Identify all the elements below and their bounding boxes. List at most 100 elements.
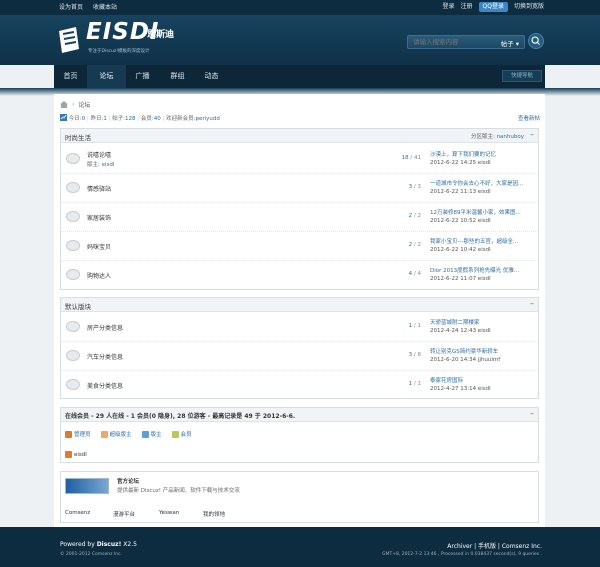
last-post-title[interactable]: 一道城市令你会去心不好，大家是因...: [430, 179, 535, 187]
forum-counts: 3 / 3: [408, 184, 421, 190]
posts-count: 128: [125, 116, 136, 122]
online-user-name[interactable]: eisdl: [74, 452, 87, 458]
last-post-meta: 2012-4-27 13:14 eisdl: [430, 386, 491, 392]
text-link[interactable]: Comsenz: [65, 510, 90, 516]
forum-row[interactable]: 妈咪宝贝 2 / 2 我家小宝贝---那些的五官，超级全... 2012-6-2…: [61, 232, 538, 261]
forum-row[interactable]: 美食分类信息 1 / 1 泰家花房国际 2012-4-27 13:14 eisd…: [61, 371, 538, 398]
view-new-posts-link[interactable]: 查看新帖: [518, 114, 540, 122]
forum-row[interactable]: 房产分类信息 1 / 1 天骄蓝城附二期楼家 2012-4-24 12:43 e…: [61, 313, 538, 342]
posts-label: 帖子:: [112, 116, 126, 122]
top-bar-left: 设为首页 收藏本站: [59, 3, 117, 13]
admin-icon: [65, 430, 72, 438]
quick-nav-button[interactable]: 快捷导航: [502, 70, 542, 82]
newest-member-link[interactable]: periyudd: [195, 116, 219, 122]
bookmark-link[interactable]: 收藏本站: [93, 3, 117, 13]
section-moderator: 分区版主: nanhuboy: [470, 134, 524, 140]
forum-row[interactable]: 情感驿站 3 / 3 一道城市令你会去心不好，大家是因... 2012-6-22…: [61, 174, 538, 203]
friend-links: 官方论坛 提供最新 Discuz! 产品新闻、软件下载与技术交流 Comsenz…: [60, 471, 539, 523]
logo-subtitle: 专注于Discuz!模板的深度设计: [88, 49, 150, 54]
forum-bubble-icon: [66, 182, 80, 193]
forum-row[interactable]: 说嘻论嘻 版主: eisdl 18 / 41 沙漠上，算下我们要的记忆 2012…: [61, 144, 538, 174]
legend-member: 会员: [171, 430, 192, 438]
forum-name[interactable]: 说嘻论嘻: [87, 150, 111, 159]
last-post-title[interactable]: 转让别克GS简约豪华新轿车: [430, 347, 535, 355]
forum-name[interactable]: 美食分类信息: [87, 381, 123, 390]
forum-bubble-icon: [66, 211, 80, 222]
members-count: 40: [153, 116, 161, 122]
collapse-icon[interactable]: –: [530, 130, 534, 139]
last-post-title[interactable]: 沙漠上，算下我们要的记忆: [430, 150, 535, 158]
footer-gmt: GMT+8, 2012-7-2 13:46 , Processed in 0.0…: [382, 552, 542, 557]
forum-name[interactable]: 妈咪宝贝: [87, 242, 111, 251]
today-label: 今日:: [68, 116, 82, 122]
forum-bubble-icon: [66, 350, 80, 361]
set-homepage-link[interactable]: 设为首页: [59, 3, 83, 13]
section-title[interactable]: 默认版块: [65, 301, 91, 311]
nav-home[interactable]: 首页: [54, 65, 87, 88]
online-title[interactable]: 在线会员 - 29 人在线 - 1 会员(0 隐身), 28 位游客 - 最高记…: [65, 411, 295, 420]
search-icon: [531, 36, 539, 44]
nav-forum[interactable]: 论坛: [87, 65, 126, 88]
last-post-meta: 2012-6-22 11:13 eisdl: [430, 189, 491, 195]
breadcrumb: › 论坛: [60, 100, 90, 109]
section-title[interactable]: 时尚生活: [65, 132, 91, 142]
last-post-title[interactable]: 我家小宝贝---那些的五官，超级全...: [430, 237, 535, 245]
nav-groups[interactable]: 群组: [161, 65, 194, 88]
switch-wide-link[interactable]: 切换到宽版: [514, 2, 544, 12]
last-post-meta: 2012-6-22 14:25 eisdl: [430, 160, 491, 166]
member-legend: 管理员 超级版主 版主 会员: [65, 430, 192, 438]
forum-counts: 18 / 41: [401, 155, 421, 161]
text-link[interactable]: 漫游平台: [113, 510, 135, 518]
forum-row[interactable]: 家居装饰 2 / 2 12万装修89平米温馨小家，效果图... 2012-6-2…: [61, 203, 538, 232]
discuz-link[interactable]: Discuz!: [97, 541, 122, 548]
search-input[interactable]: [413, 38, 493, 46]
forum-name[interactable]: 汽车分类信息: [87, 352, 123, 361]
last-post-title[interactable]: Dior 2013度假系列抢先曝光 优雅...: [430, 266, 535, 274]
forum-counts: 2 / 2: [408, 242, 421, 248]
discuz-logo-image[interactable]: [65, 478, 109, 494]
last-post-title[interactable]: 泰家花房国际: [430, 376, 535, 384]
forum-name[interactable]: 房产分类信息: [87, 323, 123, 332]
legend-admin: 管理员: [65, 430, 91, 438]
yesterday-count: 1: [103, 116, 107, 122]
qq-login-button[interactable]: QQ登录: [478, 2, 508, 12]
nav-broadcast[interactable]: 广播: [126, 65, 159, 88]
mod-icon: [141, 430, 149, 438]
last-post-title[interactable]: 天骄蓝城附二期楼家: [430, 318, 535, 326]
forum-name[interactable]: 家居装饰: [87, 213, 111, 222]
link-name[interactable]: 官方论坛: [117, 477, 139, 485]
text-link[interactable]: 我的领地: [203, 510, 225, 518]
top-bar: 设为首页 收藏本站 登录 注册 QQ登录 切换到宽版: [0, 0, 600, 15]
collapse-icon[interactable]: –: [530, 299, 534, 308]
nav-feed[interactable]: 动态: [195, 65, 228, 88]
stats-icon: [60, 114, 67, 121]
forum-name[interactable]: 购物达人: [87, 271, 111, 280]
forum-moderator-link[interactable]: eisdl: [102, 162, 115, 168]
footer-links[interactable]: Archiver | 手机版 | Comsenz Inc.: [447, 541, 542, 550]
forum-bubble-icon: [66, 321, 80, 332]
section-moderator-link[interactable]: nanhuboy: [497, 134, 524, 140]
search-button[interactable]: [528, 33, 544, 49]
forum-row[interactable]: 购物达人 4 / 4 Dior 2013度假系列抢先曝光 优雅... 2012-…: [61, 261, 538, 289]
forum-counts: 1 / 1: [408, 323, 421, 329]
legend-super-mod: 超级版主: [100, 430, 132, 438]
online-user[interactable]: eisdl: [65, 451, 87, 458]
home-icon[interactable]: [60, 101, 68, 108]
collapse-icon[interactable]: –: [530, 409, 534, 418]
last-post-title[interactable]: 12万装修89平米温馨小家，效果图...: [430, 208, 535, 216]
today-count: 0: [81, 116, 86, 122]
powered-by: Powered by Discuz! X2.5: [60, 541, 137, 548]
online-header: 在线会员 - 29 人在线 - 1 会员(0 隐身), 28 位游客 - 最高记…: [61, 408, 538, 422]
register-link[interactable]: 注册: [461, 2, 473, 12]
text-link[interactable]: Yeswan: [159, 510, 179, 516]
login-link[interactable]: 登录: [443, 2, 455, 12]
last-post-meta: 2012-6-20 14:34 jjhuulmf: [430, 357, 501, 363]
forum-bubble-icon: [66, 269, 80, 280]
forum-row[interactable]: 汽车分类信息 3 / 8 转让别克GS简约豪华新轿车 2012-6-20 14:…: [61, 342, 538, 371]
logo-icon[interactable]: [56, 25, 82, 55]
forum-name[interactable]: 情感驿站: [87, 184, 111, 193]
forum-counts: 2 / 2: [408, 213, 421, 219]
search-type-select[interactable]: 帖子 ▾: [501, 38, 519, 48]
breadcrumb-current[interactable]: 论坛: [78, 100, 90, 109]
forum-moderator: 版主: eisdl: [87, 162, 115, 168]
